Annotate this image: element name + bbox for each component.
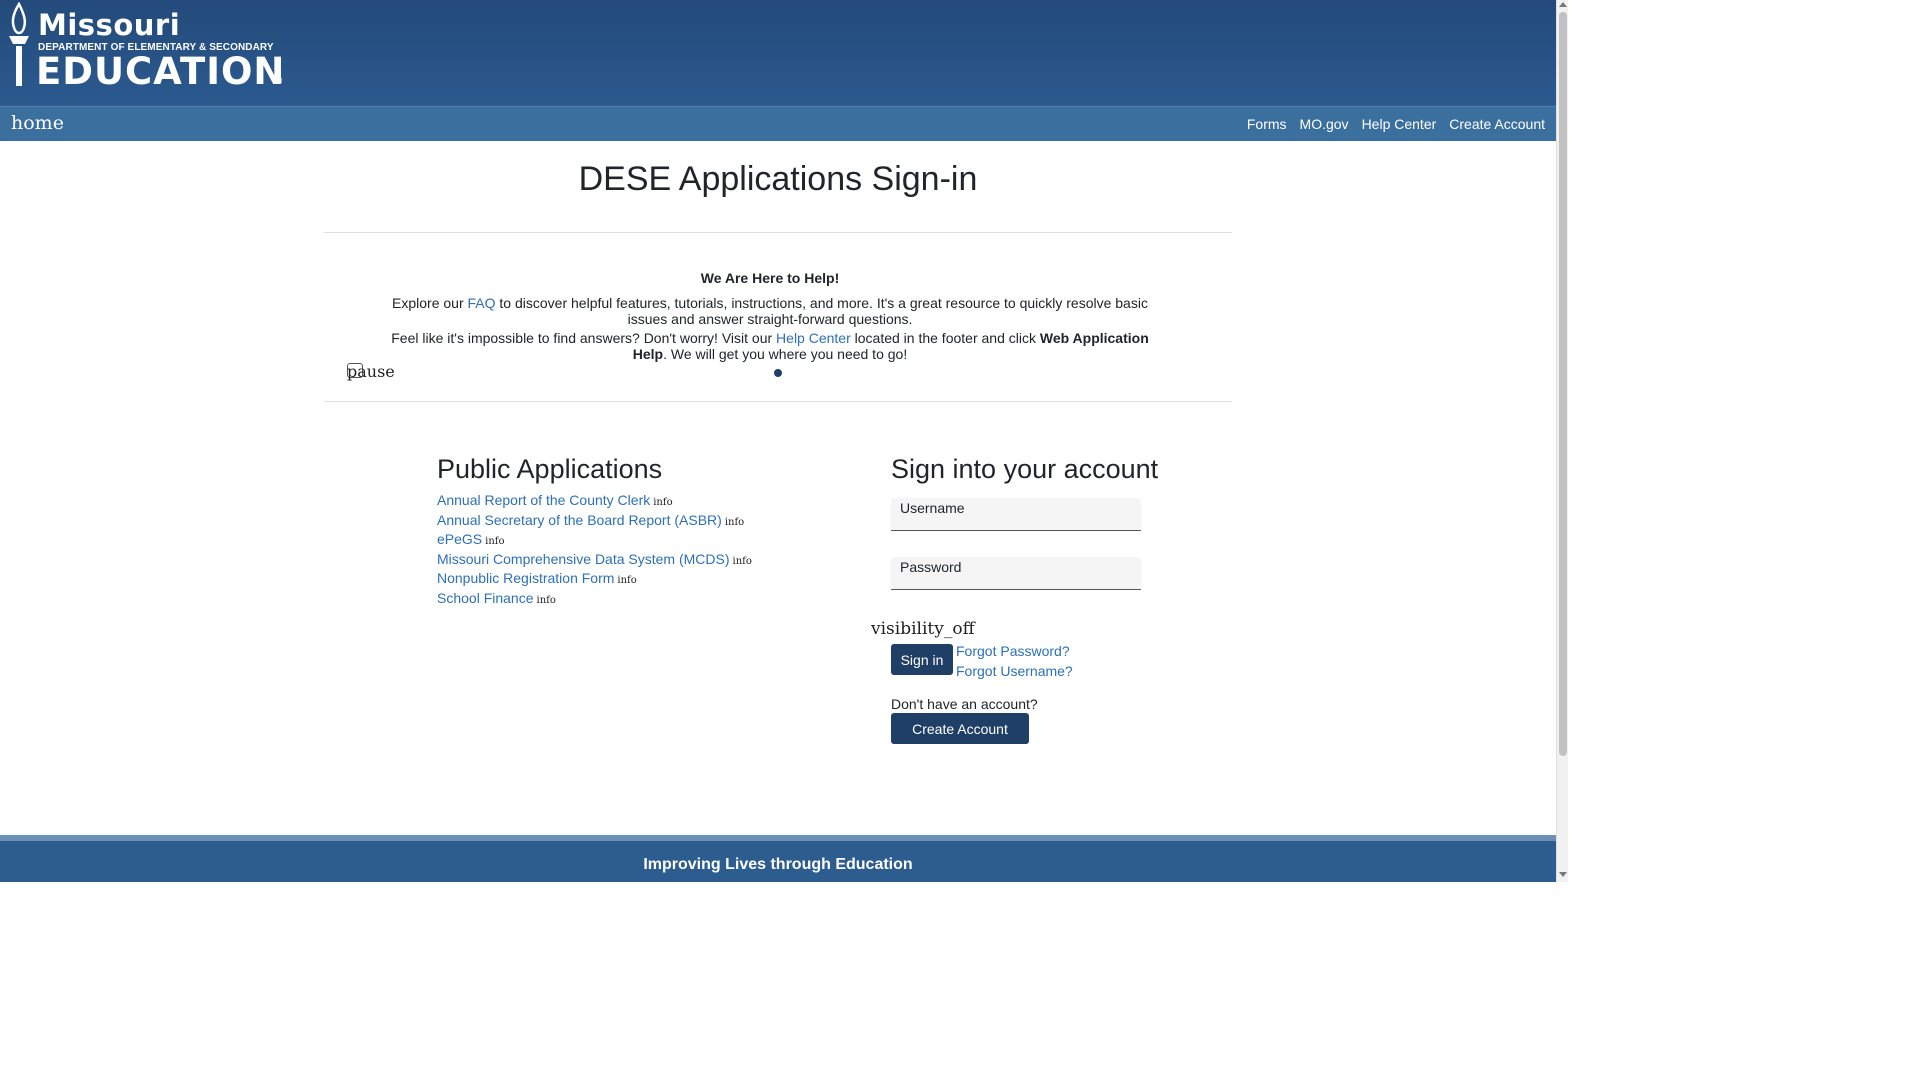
- main-navbar: home Forms MO.gov Help Center Create Acc…: [0, 106, 1556, 141]
- forgot-password-link[interactable]: Forgot Password?: [956, 643, 1070, 659]
- help-text: Explore our: [392, 295, 468, 311]
- list-item: Annual Report of the County Clerk info: [437, 492, 752, 512]
- nav-mogov-link[interactable]: MO.gov: [1300, 116, 1349, 132]
- footer-tagline: Improving Lives through Education: [643, 856, 913, 873]
- help-text: to discover helpful features, tutorials,…: [495, 295, 1148, 327]
- help-text: located in the footer and click: [850, 330, 1040, 346]
- missouri-dese-logo[interactable]: Missouri DEPARTMENT OF ELEMENTARY & SECO…: [4, 2, 284, 93]
- scroll-down-icon[interactable]: [1559, 872, 1567, 877]
- app-link-epegs[interactable]: ePeGS: [437, 531, 482, 547]
- username-field: Username: [891, 498, 1141, 531]
- scroll-thumb[interactable]: [1559, 12, 1567, 756]
- public-applications-list: Annual Report of the County Clerk info An…: [437, 492, 752, 610]
- divider-bottom: [324, 401, 1232, 402]
- app-link-mcds[interactable]: Missouri Comprehensive Data System (MCDS…: [437, 551, 730, 567]
- nav-forms-link[interactable]: Forms: [1247, 116, 1287, 132]
- create-account-button[interactable]: Create Account: [891, 713, 1029, 744]
- sign-in-button[interactable]: Sign in: [891, 644, 953, 675]
- forgot-username-link[interactable]: Forgot Username?: [956, 663, 1073, 679]
- info-icon[interactable]: info: [725, 517, 744, 528]
- logo-missouri-text: Missouri: [38, 8, 181, 42]
- list-item: School Finance info: [437, 590, 752, 610]
- logo-trademark: TM: [272, 78, 283, 85]
- scroll-up-icon[interactable]: [1559, 2, 1567, 7]
- help-text: . We will get you where you need to go!: [663, 346, 908, 362]
- carousel-indicator-dot[interactable]: [774, 369, 782, 377]
- divider-top: [324, 232, 1232, 233]
- help-carousel-slide: We Are Here to Help! Explore our FAQ to …: [380, 270, 1160, 365]
- public-applications-title: Public Applications: [437, 454, 663, 484]
- list-item: Annual Secretary of the Board Report (AS…: [437, 512, 752, 532]
- info-icon[interactable]: info: [485, 536, 504, 547]
- help-heading: We Are Here to Help!: [700, 270, 840, 286]
- app-link-nonpublic-registration[interactable]: Nonpublic Registration Form: [437, 570, 614, 586]
- nav-home-link[interactable]: home: [11, 112, 64, 134]
- info-icon[interactable]: info: [733, 556, 752, 567]
- app-link-asbr[interactable]: Annual Secretary of the Board Report (AS…: [437, 512, 722, 528]
- torch-icon: [9, 2, 29, 86]
- password-field: Password: [891, 557, 1141, 590]
- username-input[interactable]: [891, 498, 1141, 530]
- pause-icon: pause: [347, 362, 395, 381]
- nav-create-account-link[interactable]: Create Account: [1449, 116, 1545, 132]
- help-center-link[interactable]: Help Center: [776, 330, 851, 346]
- logo-education-text: EDUCATION: [36, 50, 286, 93]
- info-icon[interactable]: info: [537, 595, 556, 606]
- app-link-county-clerk[interactable]: Annual Report of the County Clerk: [437, 492, 650, 508]
- no-account-text: Don't have an account?: [891, 696, 1038, 712]
- info-icon[interactable]: info: [617, 575, 636, 586]
- site-footer: Improving Lives through Education: [0, 835, 1556, 882]
- signin-title: Sign into your account: [891, 454, 1159, 484]
- help-paragraph-center: Feel like it's impossible to find answer…: [380, 330, 1160, 362]
- nav-links: Forms MO.gov Help Center Create Account: [1234, 116, 1545, 132]
- help-text: Feel like it's impossible to find answer…: [391, 330, 777, 346]
- list-item: ePeGS info: [437, 531, 752, 551]
- app-link-school-finance[interactable]: School Finance: [437, 590, 534, 606]
- help-paragraph-faq: Explore our FAQ to discover helpful feat…: [380, 295, 1160, 327]
- list-item: Missouri Comprehensive Data System (MCDS…: [437, 551, 752, 571]
- list-item: Nonpublic Registration Form info: [437, 570, 752, 590]
- password-input[interactable]: [891, 557, 1141, 589]
- faq-link[interactable]: FAQ: [468, 295, 496, 311]
- page-scrollbar[interactable]: [1556, 0, 1568, 882]
- site-header: Missouri DEPARTMENT OF ELEMENTARY & SECO…: [0, 0, 1556, 106]
- visibility-off-icon[interactable]: visibility_off: [871, 619, 975, 639]
- page-title: DESE Applications Sign-in: [578, 160, 978, 198]
- info-icon[interactable]: info: [653, 497, 672, 508]
- nav-help-center-link[interactable]: Help Center: [1362, 116, 1437, 132]
